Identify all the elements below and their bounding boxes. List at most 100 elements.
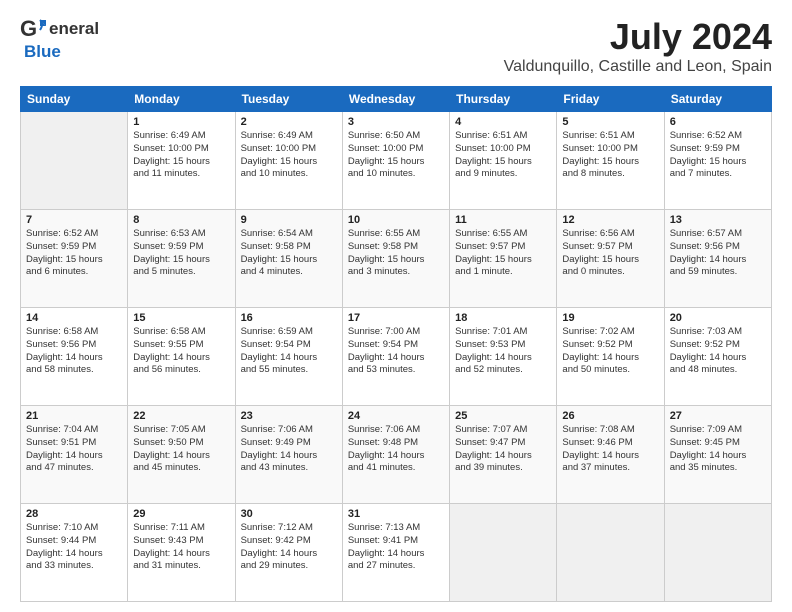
day-detail: Sunrise: 7:03 AM Sunset: 9:52 PM Dayligh… [670,326,766,377]
day-detail: Sunrise: 6:55 AM Sunset: 9:58 PM Dayligh… [348,228,444,279]
day-number: 26 [562,410,658,422]
day-number: 1 [133,116,229,128]
day-detail: Sunrise: 6:49 AM Sunset: 10:00 PM Daylig… [133,130,229,181]
calendar-week-row: 1 Sunrise: 6:49 AM Sunset: 10:00 PM Dayli… [21,112,772,210]
subtitle: Valdunquillo, Castille and Leon, Spain [504,58,772,76]
day-number: 12 [562,214,658,226]
calendar-cell: 1 Sunrise: 6:49 AM Sunset: 10:00 PM Dayli… [128,112,235,210]
calendar-cell: 15 Sunrise: 6:58 AM Sunset: 9:55 PM Dayli… [128,308,235,406]
calendar-cell: 24 Sunrise: 7:06 AM Sunset: 9:48 PM Dayli… [342,406,449,504]
day-detail: Sunrise: 6:50 AM Sunset: 10:00 PM Daylig… [348,130,444,181]
calendar-cell: 5Sunrise: 6:51 AM Sunset: 10:00 PM Dayli… [557,112,664,210]
day-number: 27 [670,410,766,422]
calendar-week-row: 28Sunrise: 7:10 AM Sunset: 9:44 PM Dayli… [21,504,772,602]
calendar-cell: 30Sunrise: 7:12 AM Sunset: 9:42 PM Dayli… [235,504,342,602]
day-number: 19 [562,312,658,324]
day-detail: Sunrise: 6:55 AM Sunset: 9:57 PM Dayligh… [455,228,551,279]
calendar-cell: 2Sunrise: 6:49 AM Sunset: 10:00 PM Dayli… [235,112,342,210]
calendar-cell [450,504,557,602]
day-number: 23 [241,410,337,422]
calendar-cell: 10 Sunrise: 6:55 AM Sunset: 9:58 PM Dayli… [342,210,449,308]
day-detail: Sunrise: 7:01 AM Sunset: 9:53 PM Dayligh… [455,326,551,377]
day-detail: Sunrise: 6:53 AM Sunset: 9:59 PM Dayligh… [133,228,229,279]
calendar-cell: 7Sunrise: 6:52 AM Sunset: 9:59 PM Daylig… [21,210,128,308]
calendar-cell: 21Sunrise: 7:04 AM Sunset: 9:51 PM Dayli… [21,406,128,504]
title-area: July 2024 Valdunquillo, Castille and Leo… [504,16,772,76]
day-detail: Sunrise: 6:58 AM Sunset: 9:55 PM Dayligh… [133,326,229,377]
page: G eneral Blue July 2024 Valdunquillo, Ca… [0,0,792,612]
day-number: 9 [241,214,337,226]
day-number: 8 [133,214,229,226]
calendar-cell: 9 Sunrise: 6:54 AM Sunset: 9:58 PM Daylig… [235,210,342,308]
calendar-cell: 26 Sunrise: 7:08 AM Sunset: 9:46 PM Dayli… [557,406,664,504]
calendar-cell: 17 Sunrise: 7:00 AM Sunset: 9:54 PM Dayli… [342,308,449,406]
main-title: July 2024 [504,16,772,58]
day-number: 29 [133,508,229,520]
calendar-cell: 19 Sunrise: 7:02 AM Sunset: 9:52 PM Dayli… [557,308,664,406]
calendar-cell: 14Sunrise: 6:58 AM Sunset: 9:56 PM Dayli… [21,308,128,406]
day-detail: Sunrise: 7:11 AM Sunset: 9:43 PM Dayligh… [133,522,229,573]
calendar-cell: 8 Sunrise: 6:53 AM Sunset: 9:59 PM Daylig… [128,210,235,308]
day-detail: Sunrise: 7:02 AM Sunset: 9:52 PM Dayligh… [562,326,658,377]
calendar-cell: 31Sunrise: 7:13 AM Sunset: 9:41 PM Dayli… [342,504,449,602]
calendar-week-row: 7Sunrise: 6:52 AM Sunset: 9:59 PM Daylig… [21,210,772,308]
day-number: 3 [348,116,444,128]
calendar-cell: 16 Sunrise: 6:59 AM Sunset: 9:54 PM Dayli… [235,308,342,406]
logo-blue-text: Blue [24,42,61,62]
day-detail: Sunrise: 6:56 AM Sunset: 9:57 PM Dayligh… [562,228,658,279]
day-number: 2 [241,116,337,128]
calendar-week-row: 21Sunrise: 7:04 AM Sunset: 9:51 PM Dayli… [21,406,772,504]
calendar-day-header: Saturday [664,87,771,112]
calendar-day-header: Thursday [450,87,557,112]
calendar-cell [557,504,664,602]
calendar-table: SundayMondayTuesdayWednesdayThursdayFrid… [20,86,772,602]
day-detail: Sunrise: 7:06 AM Sunset: 9:48 PM Dayligh… [348,424,444,475]
day-detail: Sunrise: 7:13 AM Sunset: 9:41 PM Dayligh… [348,522,444,573]
calendar-cell [664,504,771,602]
day-detail: Sunrise: 6:54 AM Sunset: 9:58 PM Dayligh… [241,228,337,279]
day-detail: Sunrise: 7:09 AM Sunset: 9:45 PM Dayligh… [670,424,766,475]
day-number: 10 [348,214,444,226]
calendar-cell: 12 Sunrise: 6:56 AM Sunset: 9:57 PM Dayli… [557,210,664,308]
day-detail: Sunrise: 7:08 AM Sunset: 9:46 PM Dayligh… [562,424,658,475]
day-number: 13 [670,214,766,226]
day-number: 28 [26,508,122,520]
day-number: 6 [670,116,766,128]
day-number: 7 [26,214,122,226]
calendar-day-header: Tuesday [235,87,342,112]
day-detail: Sunrise: 7:00 AM Sunset: 9:54 PM Dayligh… [348,326,444,377]
day-number: 16 [241,312,337,324]
day-detail: Sunrise: 6:52 AM Sunset: 9:59 PM Dayligh… [670,130,766,181]
day-number: 5 [562,116,658,128]
day-detail: Sunrise: 7:06 AM Sunset: 9:49 PM Dayligh… [241,424,337,475]
day-number: 11 [455,214,551,226]
day-detail: Sunrise: 7:05 AM Sunset: 9:50 PM Dayligh… [133,424,229,475]
day-detail: Sunrise: 6:59 AM Sunset: 9:54 PM Dayligh… [241,326,337,377]
calendar-day-header: Wednesday [342,87,449,112]
calendar-cell: 11 Sunrise: 6:55 AM Sunset: 9:57 PM Dayli… [450,210,557,308]
calendar-cell: 3 Sunrise: 6:50 AM Sunset: 10:00 PM Dayli… [342,112,449,210]
calendar-cell: 22 Sunrise: 7:05 AM Sunset: 9:50 PM Dayli… [128,406,235,504]
calendar-cell: 23 Sunrise: 7:06 AM Sunset: 9:49 PM Dayli… [235,406,342,504]
day-detail: Sunrise: 6:58 AM Sunset: 9:56 PM Dayligh… [26,326,122,377]
day-number: 20 [670,312,766,324]
day-number: 24 [348,410,444,422]
calendar-cell: 20 Sunrise: 7:03 AM Sunset: 9:52 PM Dayli… [664,308,771,406]
calendar-cell: 27 Sunrise: 7:09 AM Sunset: 9:45 PM Dayli… [664,406,771,504]
calendar-cell [21,112,128,210]
day-number: 18 [455,312,551,324]
calendar-day-header: Sunday [21,87,128,112]
calendar-header-row: SundayMondayTuesdayWednesdayThursdayFrid… [21,87,772,112]
day-number: 17 [348,312,444,324]
svg-text:G: G [20,16,37,41]
calendar-day-header: Monday [128,87,235,112]
day-detail: Sunrise: 6:51 AM Sunset: 10:00 PM Daylig… [455,130,551,181]
day-number: 21 [26,410,122,422]
header: G eneral Blue July 2024 Valdunquillo, Ca… [20,16,772,76]
day-number: 15 [133,312,229,324]
day-detail: Sunrise: 7:07 AM Sunset: 9:47 PM Dayligh… [455,424,551,475]
calendar-cell: 29 Sunrise: 7:11 AM Sunset: 9:43 PM Dayli… [128,504,235,602]
calendar-week-row: 14Sunrise: 6:58 AM Sunset: 9:56 PM Dayli… [21,308,772,406]
day-number: 22 [133,410,229,422]
calendar-cell: 13Sunrise: 6:57 AM Sunset: 9:56 PM Dayli… [664,210,771,308]
